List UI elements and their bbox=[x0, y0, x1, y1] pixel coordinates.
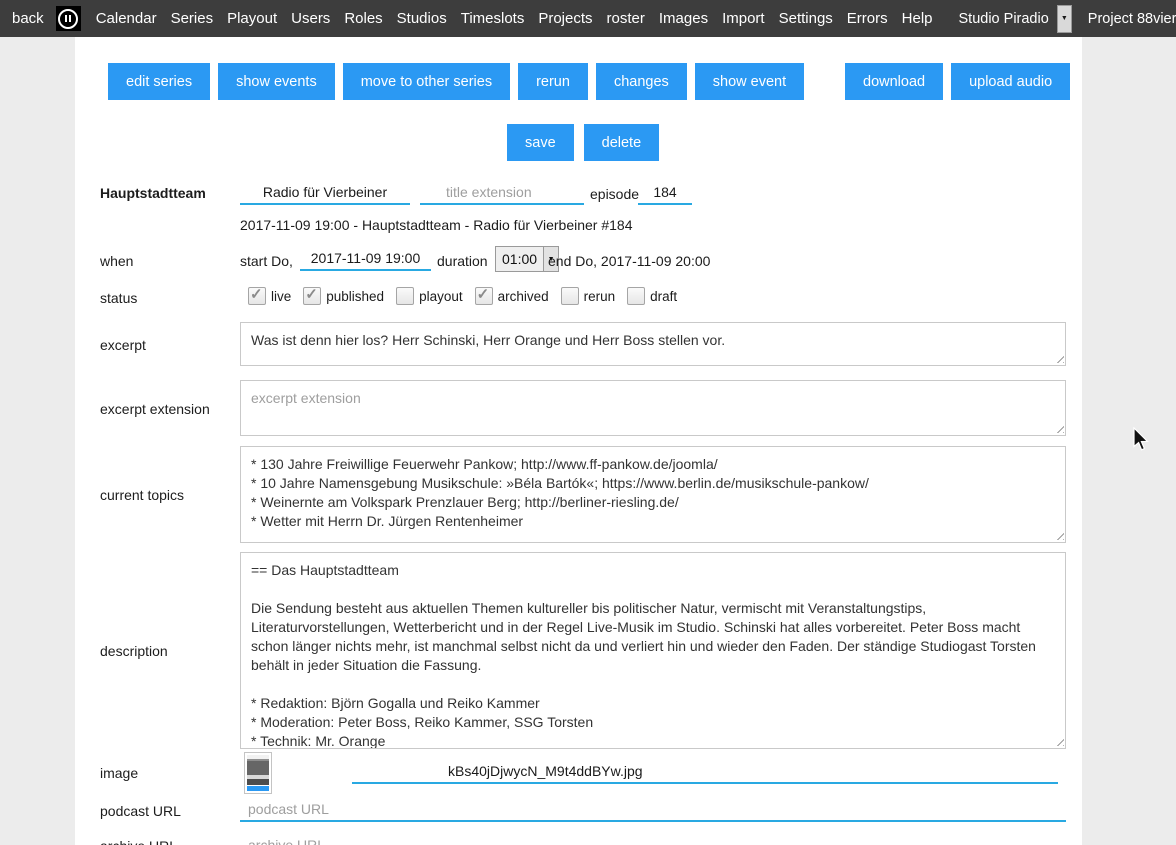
archived-checkbox[interactable] bbox=[475, 287, 493, 305]
archived-checkbox-label: archived bbox=[498, 289, 549, 304]
move-to-other-series-button[interactable]: move to other series bbox=[343, 63, 510, 100]
piradio-logo-icon[interactable] bbox=[56, 6, 81, 31]
changes-button[interactable]: changes bbox=[596, 63, 687, 100]
mouse-cursor bbox=[1132, 427, 1150, 453]
draft-checkbox-label: draft bbox=[650, 289, 677, 304]
excerpt-extension-textarea[interactable] bbox=[240, 380, 1066, 436]
playout-checkbox-label: playout bbox=[419, 289, 463, 304]
published-checkbox-label: published bbox=[326, 289, 384, 304]
excerpt-extension-field-wrap bbox=[240, 380, 1066, 436]
nav-item-errors[interactable]: Errors bbox=[847, 10, 888, 27]
current-topics-field-wrap: * 130 Jahre Freiwillige Feuerwehr Pankow… bbox=[240, 446, 1066, 543]
status-item-playout[interactable]: playout bbox=[396, 287, 463, 305]
excerpt-label: excerpt bbox=[100, 337, 146, 353]
live-checkbox[interactable] bbox=[248, 287, 266, 305]
episode-label: episode bbox=[590, 186, 639, 202]
status-item-published[interactable]: published bbox=[303, 287, 384, 305]
image-label: image bbox=[100, 765, 138, 781]
nav-item-timeslots[interactable]: Timeslots bbox=[461, 10, 525, 27]
series-toolbar: edit series show events move to other se… bbox=[108, 63, 804, 100]
save-button[interactable]: save bbox=[507, 124, 574, 161]
nav-item-roster[interactable]: roster bbox=[607, 10, 645, 27]
thumbnail-picture bbox=[247, 755, 269, 785]
episode-image-thumbnail[interactable] bbox=[244, 752, 272, 794]
nav-item-playout[interactable]: Playout bbox=[227, 10, 277, 27]
start-prefix-label: start Do, bbox=[240, 253, 293, 269]
excerpt-field-wrap: Was ist denn hier los? Herr Schinski, He… bbox=[240, 322, 1066, 366]
app-screen: back Calendar Series Playout Users Roles… bbox=[0, 0, 1176, 845]
nav-item-series[interactable]: Series bbox=[171, 10, 214, 27]
status-item-live[interactable]: live bbox=[248, 287, 291, 305]
studio-select[interactable]: Studio Piradio ▼ bbox=[953, 4, 1072, 33]
pause-icon bbox=[58, 9, 78, 29]
status-item-draft[interactable]: draft bbox=[627, 287, 677, 305]
download-button[interactable]: download bbox=[845, 63, 943, 100]
start-datetime-input[interactable] bbox=[300, 247, 431, 271]
nav-item-help[interactable]: Help bbox=[902, 10, 933, 27]
nav-item-back[interactable]: back bbox=[12, 10, 44, 27]
nav-item-studios[interactable]: Studios bbox=[397, 10, 447, 27]
show-events-button[interactable]: show events bbox=[218, 63, 335, 100]
episode-summary-line: 2017-11-09 19:00 - Hauptstadtteam - Radi… bbox=[240, 217, 633, 233]
duration-select-value: 01:00 bbox=[496, 251, 543, 267]
chevron-down-icon: ▼ bbox=[1057, 5, 1072, 33]
status-checkbox-group: live published playout archived rerun dr… bbox=[248, 287, 689, 305]
rerun-checkbox[interactable] bbox=[561, 287, 579, 305]
title-input[interactable] bbox=[240, 181, 410, 205]
nav-item-settings[interactable]: Settings bbox=[779, 10, 833, 27]
current-topics-label: current topics bbox=[100, 487, 184, 503]
live-checkbox-label: live bbox=[271, 289, 291, 304]
nav-item-roles[interactable]: Roles bbox=[344, 10, 382, 27]
episode-input[interactable] bbox=[638, 181, 692, 205]
rerun-checkbox-label: rerun bbox=[584, 289, 616, 304]
image-filename-input[interactable] bbox=[352, 760, 1058, 784]
nav-item-images[interactable]: Images bbox=[659, 10, 708, 27]
playout-checkbox[interactable] bbox=[396, 287, 414, 305]
upload-audio-button[interactable]: upload audio bbox=[951, 63, 1070, 100]
end-datetime-text: end Do, 2017-11-09 20:00 bbox=[548, 253, 710, 269]
nav-item-import[interactable]: Import bbox=[722, 10, 765, 27]
published-checkbox[interactable] bbox=[303, 287, 321, 305]
show-event-button[interactable]: show event bbox=[695, 63, 804, 100]
status-item-archived[interactable]: archived bbox=[475, 287, 549, 305]
archive-url-input[interactable] bbox=[240, 834, 1066, 845]
current-topics-textarea[interactable]: * 130 Jahre Freiwillige Feuerwehr Pankow… bbox=[240, 446, 1066, 543]
podcast-url-label: podcast URL bbox=[100, 803, 181, 819]
excerpt-textarea[interactable]: Was ist denn hier los? Herr Schinski, He… bbox=[240, 322, 1066, 366]
rerun-button[interactable]: rerun bbox=[518, 63, 588, 100]
top-navigation-bar: back Calendar Series Playout Users Roles… bbox=[0, 0, 1176, 37]
project-select[interactable]: Project 88vier ▼ bbox=[1082, 4, 1176, 33]
description-label: description bbox=[100, 643, 168, 659]
edit-series-button[interactable]: edit series bbox=[108, 63, 210, 100]
nav-item-calendar[interactable]: Calendar bbox=[96, 10, 157, 27]
series-name-label: Hauptstadtteam bbox=[100, 185, 206, 201]
archive-url-label: archive URL bbox=[100, 838, 177, 845]
nav-item-projects[interactable]: Projects bbox=[538, 10, 592, 27]
delete-button[interactable]: delete bbox=[584, 124, 660, 161]
nav-item-users[interactable]: Users bbox=[291, 10, 330, 27]
podcast-url-input[interactable] bbox=[240, 798, 1066, 822]
excerpt-extension-label: excerpt extension bbox=[100, 401, 210, 417]
save-toolbar: save delete bbox=[507, 124, 659, 161]
description-field-wrap: == Das Hauptstadtteam Die Sendung besteh… bbox=[240, 552, 1066, 749]
duration-label: duration bbox=[437, 253, 488, 269]
draft-checkbox[interactable] bbox=[627, 287, 645, 305]
studio-select-value: Studio Piradio bbox=[953, 11, 1057, 27]
status-label: status bbox=[100, 290, 137, 306]
project-select-value: Project 88vier bbox=[1082, 11, 1176, 27]
thumbnail-blue-bar bbox=[247, 786, 269, 791]
title-extension-input[interactable] bbox=[420, 181, 584, 205]
status-item-rerun[interactable]: rerun bbox=[561, 287, 616, 305]
description-textarea[interactable]: == Das Hauptstadtteam Die Sendung besteh… bbox=[240, 552, 1066, 749]
when-label: when bbox=[100, 253, 133, 269]
audio-toolbar: download upload audio bbox=[845, 63, 1070, 100]
